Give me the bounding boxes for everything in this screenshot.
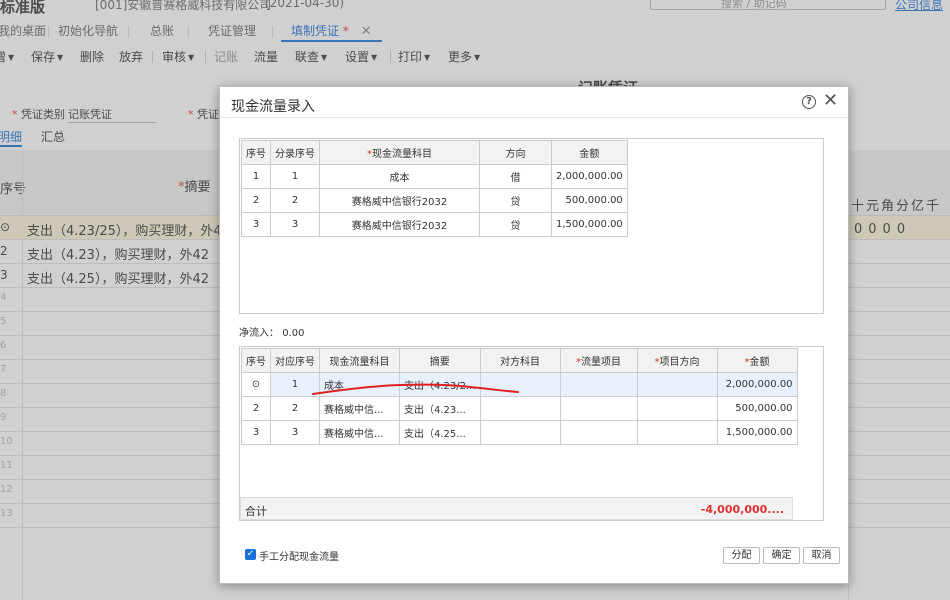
red-underline-annotation [312,383,519,395]
